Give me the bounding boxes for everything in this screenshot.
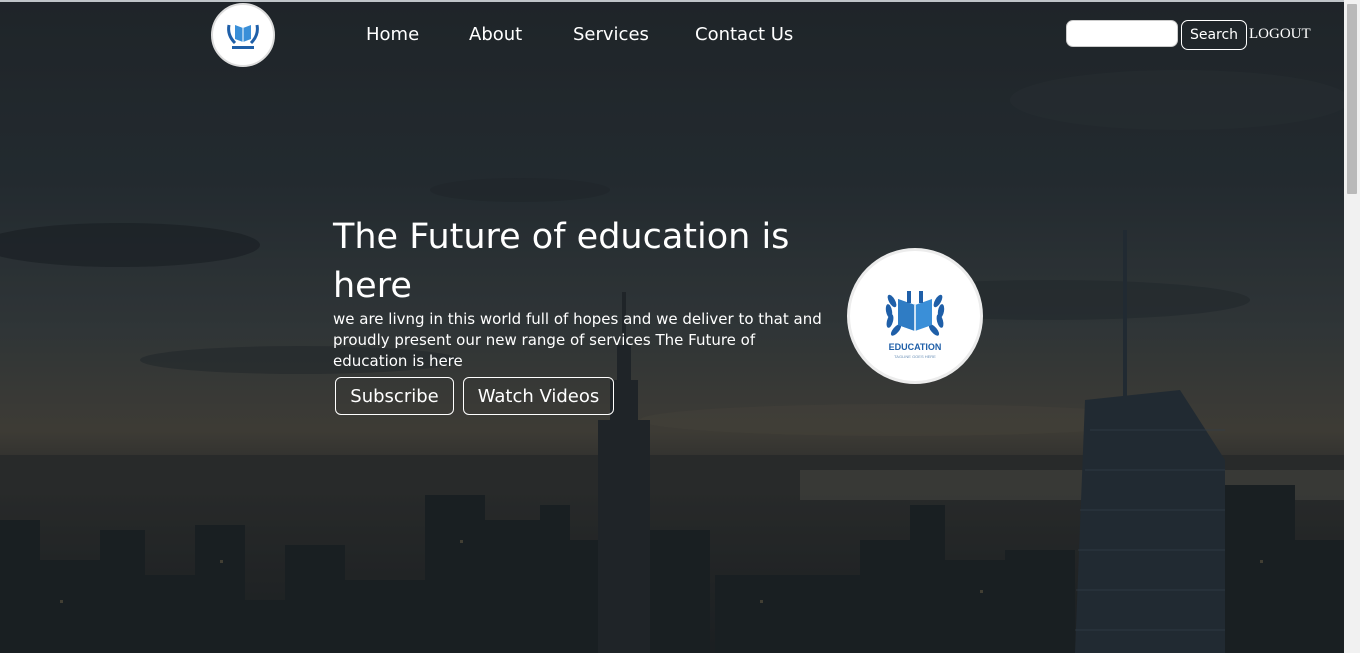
logo-text: EDUCATION (889, 342, 942, 352)
logo-tagline: TAGLINE GOES HERE (894, 354, 936, 359)
nav-link-about[interactable]: About (469, 24, 522, 45)
site-logo[interactable] (211, 3, 275, 67)
scrollbar-thumb[interactable] (1347, 4, 1357, 194)
top-border (0, 0, 1344, 2)
hero-title: The Future of education is here (333, 217, 790, 306)
hero-description: we are livng in this world full of hopes… (333, 310, 822, 370)
vertical-scrollbar[interactable] (1344, 0, 1360, 653)
search-button[interactable]: Search (1181, 20, 1247, 50)
nav-link-services[interactable]: Services (573, 24, 649, 45)
watch-videos-button[interactable]: Watch Videos (463, 377, 614, 415)
search-input[interactable] (1066, 20, 1178, 47)
subscribe-button[interactable]: Subscribe (335, 377, 454, 415)
nav-link-contact-us[interactable]: Contact Us (695, 24, 793, 45)
education-logo-icon (227, 24, 259, 49)
education-emblem-icon: EDUCATION TAGLINE GOES HERE (885, 291, 945, 359)
nav-link-home[interactable]: Home (366, 24, 419, 45)
logout-link[interactable]: LOGOUT (1249, 26, 1311, 43)
hero-logo: EDUCATION TAGLINE GOES HERE (847, 248, 983, 384)
